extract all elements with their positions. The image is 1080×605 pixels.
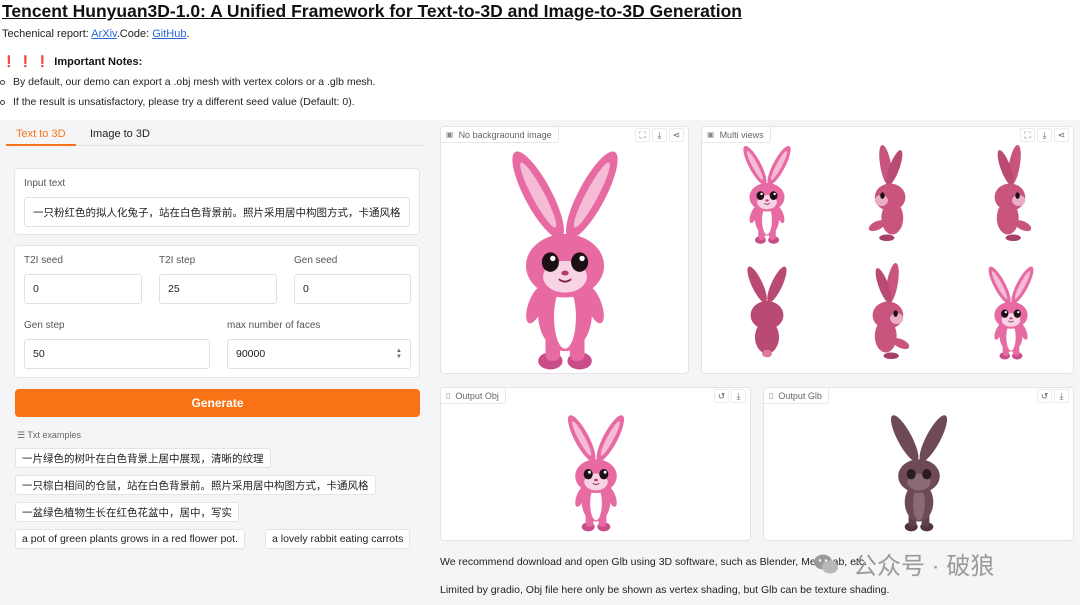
obj-model-preview[interactable] <box>541 408 651 538</box>
bullet-icon <box>0 79 5 85</box>
params-block: T2I seed 0 T2I step 25 Gen seed 0 Gen st… <box>14 245 420 378</box>
fullscreen-icon[interactable]: ⛶ <box>635 128 650 142</box>
panel-label: ▯ Output Obj <box>441 388 506 404</box>
wechat-icon <box>814 554 838 573</box>
bullet-icon <box>0 99 5 105</box>
max-faces-label: max number of faces <box>227 320 321 331</box>
example-chip[interactable]: a lovely rabbit eating carrots <box>265 529 411 549</box>
note-item: If the result is unsatisfactory, please … <box>0 96 355 108</box>
output-glb-panel: ▯ Output Glb ↺ ⤓ <box>763 387 1074 541</box>
panel-label-text: No backgraound image <box>458 129 552 140</box>
report-suffix: . <box>186 28 190 40</box>
report-prefix: Techenical report: <box>2 28 92 40</box>
panel-label: ▯ Output Glb <box>764 388 829 404</box>
input-text-block: Input text 一只粉红色的拟人化兔子，站在白色背景前。照片采用居中构图方… <box>14 168 420 235</box>
generate-button[interactable]: Generate <box>15 389 420 417</box>
panel-label-text: Output Obj <box>455 390 499 401</box>
image-icon: ▣ <box>446 130 454 139</box>
arxiv-link[interactable]: ArXiv <box>91 28 116 40</box>
gen-seed-label: Gen seed <box>294 255 338 266</box>
share-icon[interactable]: ⋖ <box>669 128 684 142</box>
report-line: Techenical report: ArXiv.Code: GitHub. <box>2 28 190 40</box>
max-faces-input[interactable]: 90000 ▲ ▼ <box>227 339 411 369</box>
github-link[interactable]: GitHub <box>152 28 186 40</box>
view-back <box>743 264 791 358</box>
t2i-seed-input[interactable]: 0 <box>24 274 142 304</box>
view-three-quarter <box>984 263 1038 360</box>
t2i-step-input[interactable]: 25 <box>159 274 277 304</box>
example-chip[interactable]: 一只棕白相间的仓鼠，站在白色背景前。照片采用居中构图方式，卡通风格 <box>15 475 376 495</box>
view-back-right <box>994 144 1033 242</box>
stepper-arrows-icon[interactable]: ▲ ▼ <box>396 348 402 360</box>
example-chip[interactable]: 一片绿色的树叶在白色背景上居中展现，清晰的纹理 <box>15 448 271 468</box>
view-side-left <box>867 144 906 242</box>
watermark: 公众号 · 破狼 <box>813 546 994 581</box>
reset-icon[interactable]: ↺ <box>1037 389 1052 403</box>
max-faces-value: 90000 <box>236 348 266 360</box>
note-text: If the result is unsatisfactory, please … <box>13 96 355 108</box>
t2i-step-label: T2I step <box>159 255 196 266</box>
note-item: By default, our demo can export a .obj m… <box>0 76 375 88</box>
t2i-seed-label: T2I seed <box>24 255 63 266</box>
notes-title: Important Notes: <box>54 56 143 68</box>
recommend-text: We recommend download and open Glb using… <box>440 556 868 568</box>
glb-model-preview[interactable] <box>864 408 974 538</box>
tab-text-to-3d[interactable]: Text to 3D <box>6 124 76 146</box>
gen-seed-input[interactable]: 0 <box>294 274 411 304</box>
examples-title: ☰ Txt examples <box>17 430 81 441</box>
examples-title-text: Txt examples <box>27 430 81 440</box>
page-title: Tencent Hunyuan3D-1.0: A Unified Framewo… <box>2 1 742 21</box>
important-notes-heading: ❗ ❗ ❗ Important Notes: <box>2 55 142 68</box>
rabbit-image <box>502 144 628 371</box>
note-text: By default, our demo can export a .obj m… <box>13 76 376 88</box>
file-icon: ▯ <box>446 391 451 400</box>
gen-step-input[interactable]: 50 <box>24 339 210 369</box>
download-icon[interactable]: ⤓ <box>652 128 667 142</box>
example-chip[interactable]: a pot of green plants grows in a red flo… <box>15 529 245 549</box>
view-side-right <box>872 262 911 360</box>
example-chip[interactable]: 一盆绿色植物生长在红色花盆中，居中，写实 <box>15 502 239 522</box>
download-icon[interactable]: ⤓ <box>731 389 746 403</box>
mode-tabs: Text to 3D Image to 3D <box>6 124 426 146</box>
file-icon: ▯ <box>769 391 774 400</box>
no-background-panel: ▣ No backgraound image ⛶ ⤓ ⋖ <box>440 126 689 374</box>
output-obj-panel: ▯ Output Obj ↺ ⤓ <box>440 387 751 541</box>
download-icon[interactable]: ⤓ <box>1054 389 1069 403</box>
reset-icon[interactable]: ↺ <box>714 389 729 403</box>
input-text-label: Input text <box>24 178 66 189</box>
input-text-field[interactable]: 一只粉红色的拟人化兔子，站在白色背景前。照片采用居中构图方式，卡通风格 <box>24 197 410 227</box>
panel-toolbar: ⛶ ⤓ ⋖ <box>635 128 684 142</box>
panel-label-text: Output Glb <box>778 390 822 401</box>
code-prefix: .Code: <box>116 28 153 40</box>
multi-views-panel: ▣ Multi views ⛶ ⤓ ⋖ <box>701 126 1074 374</box>
tab-image-to-3d[interactable]: Image to 3D <box>80 124 160 146</box>
panel-toolbar: ↺ ⤓ <box>714 389 746 403</box>
view-front <box>738 142 796 245</box>
list-icon: ☰ <box>17 430 26 440</box>
exclamation-icon: ❗ ❗ ❗ <box>2 56 50 68</box>
gen-step-label: Gen step <box>24 320 65 331</box>
panel-toolbar: ↺ ⤓ <box>1037 389 1069 403</box>
watermark-text: 公众号 · 破狼 <box>853 553 995 580</box>
limited-text: Limited by gradio, Obj file here only be… <box>440 584 890 596</box>
